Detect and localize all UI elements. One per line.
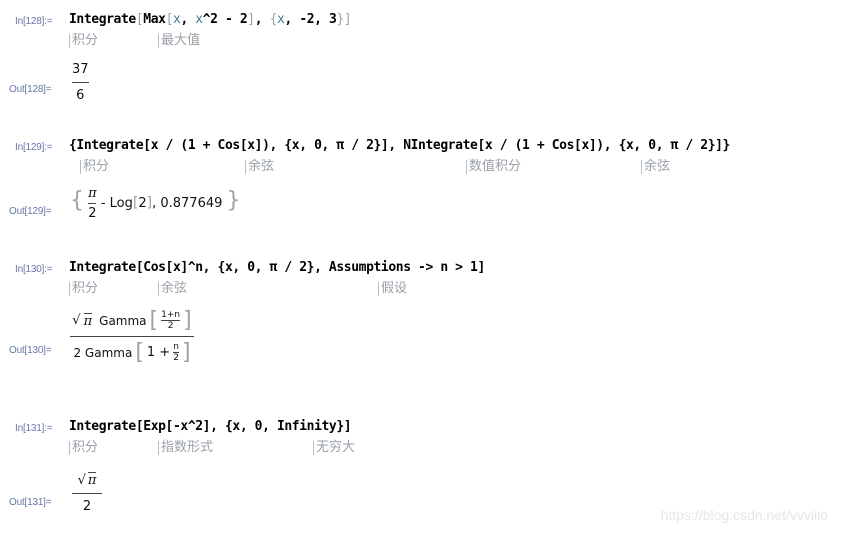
output-131: √ π 2 bbox=[72, 472, 102, 514]
hint-integrate[interactable]: 积分 bbox=[69, 282, 98, 296]
token: Max bbox=[143, 12, 166, 27]
term: 1 + bbox=[146, 345, 171, 360]
token: ] bbox=[247, 12, 255, 27]
input-label-130: In[130]:= bbox=[15, 264, 53, 275]
hint-nintegrate[interactable]: 数值积分 bbox=[466, 160, 521, 174]
token: x bbox=[195, 12, 203, 27]
output-label-129: Out[129]= bbox=[9, 206, 52, 217]
token: , bbox=[180, 12, 196, 27]
hint-integrate[interactable]: 积分 bbox=[69, 441, 98, 455]
denominator: 2 bbox=[88, 206, 97, 221]
token: } bbox=[336, 12, 344, 27]
denominator: 6 bbox=[76, 88, 85, 103]
denominator: 2 Gamma [ 1 + n 2 ] bbox=[73, 340, 191, 365]
hint-exp[interactable]: 指数形式 bbox=[158, 441, 213, 455]
hint-cos[interactable]: 余弦 bbox=[245, 160, 274, 174]
numerator: π bbox=[88, 186, 97, 201]
token: ^2 - 2 bbox=[202, 12, 248, 27]
numerator: √ π bbox=[78, 472, 97, 488]
numeric-value: 0.877649 bbox=[160, 196, 223, 211]
numerator: √ π Gamma [ 1+n 2 ] bbox=[72, 308, 192, 333]
input-code-131[interactable]: Integrate[Exp[-x^2], {x, 0, Infinity}] bbox=[69, 419, 352, 434]
hint-cos[interactable]: 余弦 bbox=[158, 282, 187, 296]
token: ] bbox=[343, 12, 352, 27]
pi: π bbox=[83, 312, 93, 329]
fraction-bar bbox=[72, 493, 102, 494]
token: [ bbox=[165, 12, 174, 27]
hint-infinity[interactable]: 无穷大 bbox=[313, 441, 355, 455]
brace-close: } bbox=[226, 188, 241, 213]
input-label-131: In[131]:= bbox=[15, 423, 53, 434]
sqrt-icon: √ bbox=[77, 472, 86, 488]
token: Integrate bbox=[69, 12, 136, 27]
input-label-129: In[129]:= bbox=[15, 142, 53, 153]
brace-open: { bbox=[70, 188, 84, 213]
fraction-bar bbox=[70, 336, 194, 337]
output-label-128: Out[128]= bbox=[9, 84, 52, 95]
output-label-130: Out[130]= bbox=[9, 345, 52, 356]
input-label-128: In[128]:= bbox=[15, 16, 53, 27]
hint-cos[interactable]: 余弦 bbox=[641, 160, 670, 174]
token: { bbox=[269, 12, 278, 27]
hint-integrate[interactable]: 积分 bbox=[80, 160, 109, 174]
hint-max[interactable]: 最大值 bbox=[158, 34, 200, 48]
input-code-128[interactable]: Integrate[Max[x, x^2 - 2], {x, -2, 3}] bbox=[69, 12, 352, 27]
inner-fraction: 1+n 2 bbox=[161, 310, 181, 331]
inner-fraction: n 2 bbox=[173, 342, 179, 363]
numerator: 1+n bbox=[161, 310, 181, 320]
denominator: 2 bbox=[82, 499, 92, 514]
numerator: 37 bbox=[72, 62, 89, 77]
input-code-129[interactable]: {Integrate[x / (1 + Cos[x]), {x, 0, π / … bbox=[69, 138, 730, 153]
numerator: n bbox=[173, 342, 179, 352]
watermark: https://blog.csdn.net/vvviiio bbox=[660, 507, 828, 523]
output-130: √ π Gamma [ 1+n 2 ] 2 Gamma [ 1 + n 2 ] bbox=[70, 308, 194, 365]
gamma: 2 Gamma bbox=[73, 345, 133, 360]
denominator: 2 bbox=[173, 353, 179, 363]
hint-integrate[interactable]: 积分 bbox=[69, 34, 98, 48]
denominator: 2 bbox=[167, 321, 174, 331]
output-label-131: Out[131]= bbox=[9, 497, 52, 508]
token: , -2, 3 bbox=[284, 12, 337, 27]
output-128: 37 6 bbox=[72, 62, 89, 103]
fraction: √ π Gamma [ 1+n 2 ] 2 Gamma [ 1 + n 2 ] bbox=[70, 308, 194, 365]
hint-assumptions[interactable]: 假设 bbox=[378, 282, 407, 296]
output-129: { π 2 - Log[2], 0.877649 } bbox=[70, 186, 241, 221]
fraction: √ π 2 bbox=[72, 472, 102, 514]
token: , bbox=[254, 12, 270, 27]
log-arg: 2 bbox=[138, 196, 147, 211]
log-func: - Log bbox=[100, 196, 133, 211]
fraction-bar bbox=[72, 82, 89, 83]
fraction: 37 6 bbox=[72, 62, 89, 103]
input-code-130[interactable]: Integrate[Cos[x]^n, {x, 0, π / 2}, Assum… bbox=[69, 260, 485, 275]
sqrt-icon: √ bbox=[72, 313, 81, 328]
gamma: Gamma bbox=[99, 313, 147, 328]
pi: π bbox=[87, 472, 97, 488]
fraction-bar bbox=[88, 203, 97, 204]
fraction: π 2 bbox=[88, 186, 97, 221]
